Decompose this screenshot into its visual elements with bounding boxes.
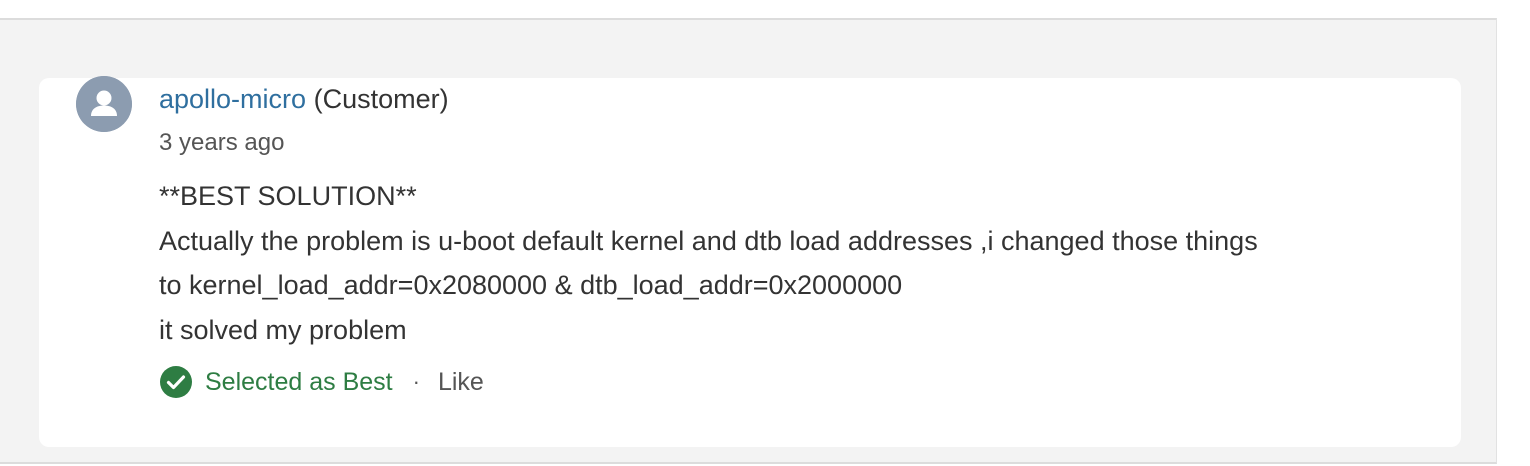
comment-body-line: it solved my problem	[159, 314, 407, 345]
check-circle-icon	[159, 365, 193, 399]
like-button[interactable]: Like	[438, 364, 484, 400]
comment-timestamp: 3 years ago	[159, 129, 285, 156]
author-link[interactable]: apollo-micro	[159, 84, 306, 114]
comment-content: apollo-micro (Customer) 3 years ago **BE…	[159, 80, 1439, 400]
author-line: apollo-micro (Customer)	[159, 80, 1439, 118]
comment-body: **BEST SOLUTION** Actually the problem i…	[159, 174, 1439, 352]
comment-body-line: to kernel_load_addr=0x2080000 & dtb_load…	[159, 270, 903, 300]
selected-as-best-label: Selected as Best	[205, 368, 393, 396]
comment-body-line: Actually the problem is u-boot default k…	[159, 225, 1258, 256]
author-role: (Customer)	[313, 84, 449, 114]
action-separator: ·	[412, 369, 420, 394]
user-avatar-icon[interactable]	[76, 76, 132, 132]
comment-body-line: **BEST SOLUTION**	[159, 181, 417, 211]
comment-actions: Selected as Best · Like	[159, 364, 1439, 400]
selected-as-best-badge: Selected as Best	[159, 364, 393, 400]
